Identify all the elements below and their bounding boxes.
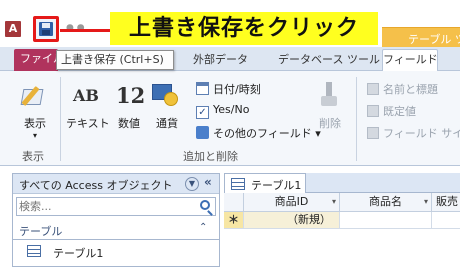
chevron-up-icon: ⌃ — [199, 222, 208, 233]
more-fields-icon — [196, 126, 209, 139]
document-tab-table1[interactable]: テーブル1 — [224, 173, 306, 193]
view-label: 表示 — [24, 117, 46, 130]
currency-field-button[interactable]: 通貨 — [152, 115, 182, 131]
text-field-button[interactable]: テキスト — [66, 115, 110, 131]
table-cell[interactable]: （新規） — [244, 212, 340, 229]
number-field-label: 数値 — [118, 117, 140, 130]
number-field-icon[interactable]: 12 — [116, 83, 145, 108]
tab-file[interactable]: ファイル — [14, 49, 64, 71]
tab-fields[interactable]: フィールド — [382, 49, 438, 72]
group-divider — [60, 77, 61, 161]
save-tooltip: 上書き保存 (Ctrl+S) — [56, 50, 174, 70]
view-group-label: 表示 — [22, 150, 44, 163]
collapse-pane-icon[interactable]: « — [204, 175, 212, 189]
access-app-icon[interactable]: A — [5, 21, 21, 37]
checkbox-icon: ✓ — [196, 106, 209, 119]
column-header-label: 商品名 — [369, 195, 402, 208]
row-selector-header[interactable] — [224, 193, 244, 212]
search-icon[interactable] — [200, 200, 210, 210]
field-size-control[interactable]: フィールド サイズ — [367, 125, 460, 141]
delete-label: 削除 — [319, 117, 341, 130]
tab-external-data[interactable]: 外部データ — [185, 50, 256, 71]
default-value-button[interactable]: 既定値 — [367, 103, 416, 119]
more-fields-button[interactable]: その他のフィールド ▾ — [196, 125, 321, 141]
annotation-callout: 上書き保存をクリック — [110, 12, 378, 45]
navigation-search-box — [16, 197, 216, 216]
column-header-label: 商品ID — [274, 195, 309, 208]
yes-no-label: Yes/No — [213, 103, 250, 116]
table-icon — [27, 245, 41, 257]
add-delete-group-label: 追加と削除 — [183, 150, 238, 163]
yes-no-field-button[interactable]: ✓ Yes/No — [196, 103, 249, 119]
nav-group-tables[interactable]: テーブル ⌃ — [13, 221, 219, 240]
nav-group-label: テーブル — [19, 225, 63, 238]
chevron-down-icon[interactable]: ▼ — [185, 177, 199, 191]
chevron-down-icon[interactable]: ▾ — [332, 193, 336, 211]
column-header[interactable]: 商品名 ▾ — [340, 193, 432, 212]
table-cell[interactable] — [432, 212, 460, 229]
ribbon: 表示 ▾ 表示 AB テキスト 12 数値 通貨 日付/時刻 ✓ Yes/No そ… — [0, 71, 460, 166]
column-header[interactable]: 商品ID ▾ — [244, 193, 340, 212]
document-tab-label: テーブル1 — [251, 179, 302, 192]
column-header[interactable]: 販売 — [432, 193, 460, 212]
table-icon — [231, 178, 245, 190]
date-time-field-button[interactable]: 日付/時刻 — [196, 81, 261, 97]
more-fields-label: その他のフィールド ▾ — [213, 127, 321, 140]
document-tab-strip — [306, 173, 460, 193]
field-size-label: フィールド サイズ — [383, 127, 460, 140]
save-icon[interactable] — [39, 22, 53, 36]
default-value-icon — [367, 105, 379, 117]
view-button[interactable]: 表示 ▾ — [20, 115, 50, 140]
datasheet-area: テーブル1 商品ID ▾ 商品名 ▾ 販売 ＊ （新規） — [224, 173, 460, 267]
access-window: A ● ● 上書き保存をクリック テーブル ツ ファイル 外部データ データベー… — [0, 0, 460, 267]
navigation-pane: すべての Access オブジェクト ▼ « テーブル ⌃ テーブル1 — [12, 173, 220, 267]
name-caption-icon — [367, 83, 379, 95]
date-time-label: 日付/時刻 — [213, 83, 261, 96]
view-dropdown-arrow-icon: ▾ — [32, 131, 37, 140]
currency-icon[interactable] — [152, 84, 180, 108]
view-icon[interactable] — [20, 83, 46, 109]
table-cell[interactable] — [340, 212, 432, 229]
table-tools-context-tab: テーブル ツ — [382, 28, 460, 47]
navigation-pane-header[interactable]: すべての Access オブジェクト ▼ « — [13, 174, 219, 194]
calendar-icon — [196, 82, 209, 95]
default-value-label: 既定値 — [383, 105, 416, 118]
new-row-marker[interactable]: ＊ — [224, 212, 244, 229]
chevron-down-icon[interactable]: ▾ — [424, 193, 428, 211]
name-caption-button[interactable]: 名前と標題 — [367, 81, 438, 97]
text-field-icon[interactable]: AB — [73, 86, 99, 105]
name-caption-label: 名前と標題 — [383, 83, 438, 96]
column-header-label: 販売 — [436, 195, 458, 208]
text-field-label: テキスト — [66, 117, 110, 130]
datasheet-grid: 商品ID ▾ 商品名 ▾ 販売 ＊ （新規） — [224, 193, 460, 229]
field-size-icon — [367, 127, 379, 139]
currency-field-label: 通貨 — [156, 117, 178, 130]
nav-item-label: テーブル1 — [53, 247, 104, 260]
number-field-button[interactable]: 数値 — [114, 115, 144, 131]
delete-button[interactable]: 削除 — [316, 115, 344, 131]
title-bar: A ● ● 上書き保存をクリック テーブル ツ — [0, 0, 460, 47]
search-input[interactable] — [19, 199, 195, 214]
nav-item-table1[interactable]: テーブル1 — [13, 242, 219, 262]
delete-icon — [319, 82, 339, 108]
tab-database-tools[interactable]: データベース ツール — [270, 50, 388, 71]
group-divider — [356, 77, 357, 161]
navigation-pane-title: すべての Access オブジェクト — [19, 179, 173, 192]
